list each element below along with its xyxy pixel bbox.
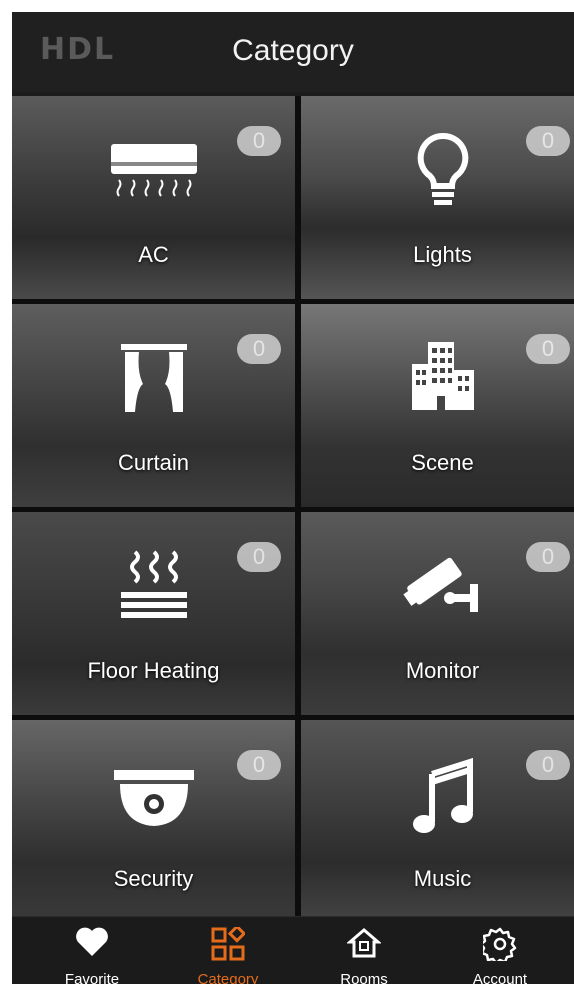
camera-icon [402, 557, 478, 612]
tile-label: Monitor [405, 658, 480, 683]
gear-icon [483, 927, 517, 961]
air-conditioner-icon [110, 144, 197, 197]
home-icon [347, 928, 381, 958]
tile-label: Music [413, 866, 472, 891]
tile-label: AC [138, 242, 169, 267]
category-tile-scene[interactable]: 0 Scene [301, 304, 574, 507]
tab-account[interactable]: Account [430, 917, 570, 984]
category-icon [211, 927, 245, 961]
buildings-icon [411, 342, 474, 410]
page-title: Category [232, 34, 354, 67]
tab-rooms[interactable]: Rooms [294, 917, 434, 984]
header-bar: HDL Category [12, 12, 574, 92]
tab-label: Category [197, 971, 259, 984]
category-tile-floor-heating[interactable]: 0 Floor Heating [12, 512, 295, 715]
device-count-badge: 0 [237, 750, 281, 780]
heart-icon [76, 927, 108, 956]
tab-category[interactable]: Category [158, 917, 298, 984]
dome-camera-icon [113, 770, 194, 826]
tile-label: Curtain [118, 450, 189, 475]
device-count-badge: 0 [526, 334, 570, 364]
category-tile-music[interactable]: 0 Music [301, 720, 574, 923]
lightbulb-icon [417, 132, 468, 205]
tab-label: Account [472, 971, 528, 984]
category-tile-monitor[interactable]: 0 Monitor [301, 512, 574, 715]
device-count-badge: 0 [237, 542, 281, 572]
category-tile-security[interactable]: 0 Security [12, 720, 295, 923]
device-count-badge: 0 [237, 126, 281, 156]
category-grid: 0 AC 0 Lights 0 Curtain 0 Scene 0 Floor … [12, 96, 574, 923]
category-tile-ac[interactable]: 0 AC [12, 96, 295, 299]
tile-label: Scene [411, 450, 474, 475]
category-tile-curtain[interactable]: 0 Curtain [12, 304, 295, 507]
heating-icon [120, 550, 187, 618]
tile-label: Lights [413, 242, 472, 267]
tab-label: Favorite [64, 971, 120, 984]
device-count-badge: 0 [237, 334, 281, 364]
curtain-icon [120, 344, 187, 412]
device-count-badge: 0 [526, 750, 570, 780]
tile-label: Security [113, 866, 194, 891]
tab-label: Rooms [340, 971, 388, 984]
category-tile-lights[interactable]: 0 Lights [301, 96, 574, 299]
bottom-tab-bar: Favorite Category Rooms Account [12, 916, 574, 984]
music-note-icon [412, 758, 473, 833]
tile-label: Floor Heating [87, 658, 220, 683]
app-screen: HDL Category 0 AC 0 Lights 0 Curtain 0 S… [12, 12, 574, 984]
device-count-badge: 0 [526, 542, 570, 572]
tab-favorite[interactable]: Favorite [22, 917, 162, 984]
device-count-badge: 0 [526, 126, 570, 156]
